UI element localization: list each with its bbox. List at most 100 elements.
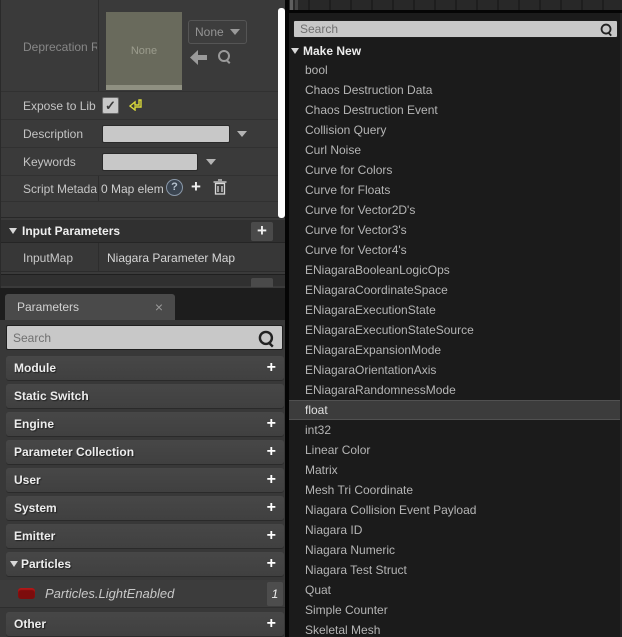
search-icon <box>600 23 614 37</box>
type-item-collision-query[interactable]: Collision Query <box>289 120 620 140</box>
description-row: Description <box>1 120 285 148</box>
description-input[interactable] <box>102 125 230 143</box>
category-label: Module <box>14 361 56 375</box>
add-parameter-button[interactable]: + <box>267 443 276 461</box>
niagara-editor: Deprecation R None None Expose to Lib ✓ … <box>0 0 622 637</box>
add-input-parameter-button[interactable]: + <box>251 222 273 241</box>
column-divider <box>98 243 99 271</box>
type-list: bool Chaos Destruction Data Chaos Destruct… <box>289 60 620 637</box>
keywords-input[interactable] <box>102 153 198 171</box>
add-parameter-button[interactable]: + <box>267 615 276 633</box>
param-name: InputMap <box>23 251 74 265</box>
type-item-chaos-destruction-data[interactable]: Chaos Destruction Data <box>289 80 620 100</box>
add-parameter-button[interactable]: + <box>267 415 276 433</box>
type-item-eniagaraexecutionstate[interactable]: ENiagaraExecutionState <box>289 300 620 320</box>
type-item-eniagaraexecutionstatesource[interactable]: ENiagaraExecutionStateSource <box>289 320 620 340</box>
expand-arrow-icon <box>9 228 17 234</box>
category-list: Module + Static Switch Engine + Parameter Col… <box>0 356 285 637</box>
type-item-matrix[interactable]: Matrix <box>289 460 620 480</box>
category-particles[interactable]: Particles + <box>6 552 284 576</box>
input-map-row[interactable]: InputMap Niagara Parameter Map <box>1 243 286 272</box>
partial-section-header <box>1 274 286 287</box>
type-item-curve-for-vector4-s[interactable]: Curve for Vector4's <box>289 240 620 260</box>
type-item-float[interactable]: float <box>289 400 620 420</box>
deprecation-thumbnail[interactable]: None <box>106 12 182 90</box>
column-divider <box>98 176 99 201</box>
type-item-eniagarabooleanlogicops[interactable]: ENiagaraBooleanLogicOps <box>289 260 620 280</box>
chevron-down-icon[interactable] <box>237 131 247 137</box>
type-item-int32[interactable]: int32 <box>289 420 620 440</box>
type-item-niagara-numeric[interactable]: Niagara Numeric <box>289 540 620 560</box>
type-item-eniagaraexpansionmode[interactable]: ENiagaraExpansionMode <box>289 340 620 360</box>
category-emitter[interactable]: Emitter + <box>6 524 284 548</box>
type-item-niagara-collision-event-payload[interactable]: Niagara Collision Event Payload <box>289 500 620 520</box>
type-item-curve-for-floats[interactable]: Curve for Floats <box>289 180 620 200</box>
add-parameter-button[interactable]: + <box>267 359 276 377</box>
map-elements-count: 0 Map elem <box>101 182 164 196</box>
add-parameter-button[interactable]: + <box>267 527 276 545</box>
make-new-group-header[interactable]: Make New <box>291 41 361 60</box>
type-item-skeletal-mesh[interactable]: Skeletal Mesh <box>289 620 620 637</box>
type-item-curve-for-colors[interactable]: Curve for Colors <box>289 160 620 180</box>
tab-bar: Parameters × <box>0 288 285 320</box>
type-item-curl-noise[interactable]: Curl Noise <box>289 140 620 160</box>
category-parameter-collection[interactable]: Parameter Collection + <box>6 440 284 464</box>
type-item-simple-counter[interactable]: Simple Counter <box>289 600 620 620</box>
parameter-particles-lightenabled[interactable]: Particles.LightEnabled 1 <box>0 580 285 608</box>
category-other[interactable]: Other + <box>6 612 284 636</box>
type-item-curve-for-vector3-s[interactable]: Curve for Vector3's <box>289 220 620 240</box>
type-item-linear-color[interactable]: Linear Color <box>289 440 620 460</box>
close-icon[interactable]: × <box>155 299 163 315</box>
tick-mark <box>290 0 293 10</box>
help-icon[interactable]: ? <box>166 179 183 196</box>
reset-to-default-button[interactable] <box>129 98 142 111</box>
type-item-bool[interactable]: bool <box>289 60 620 80</box>
type-item-niagara-test-struct[interactable]: Niagara Test Struct <box>289 560 620 580</box>
type-search-box[interactable] <box>293 20 618 38</box>
deprecation-asset-dropdown[interactable]: None <box>188 20 247 44</box>
type-item-niagara-id[interactable]: Niagara ID <box>289 520 620 540</box>
category-label: Parameter Collection <box>14 445 135 459</box>
add-parameter-button[interactable]: + <box>267 471 276 489</box>
category-module[interactable]: Module + <box>6 356 284 380</box>
category-label: Static Switch <box>14 389 89 403</box>
parameters-search-box[interactable] <box>6 325 283 350</box>
details-scrollbar[interactable] <box>278 8 285 218</box>
browse-asset-button[interactable] <box>217 49 232 67</box>
expand-arrow-icon <box>10 561 18 567</box>
category-label: Engine <box>14 417 55 431</box>
add-button-partial[interactable] <box>251 278 273 287</box>
expose-checkbox[interactable]: ✓ <box>102 97 119 114</box>
category-engine[interactable]: Engine + <box>6 412 284 436</box>
back-arrow-icon <box>190 50 207 65</box>
category-system[interactable]: System + <box>6 496 284 520</box>
chevron-down-icon <box>230 29 240 35</box>
parameters-search-input[interactable] <box>7 326 282 349</box>
description-label: Description <box>23 127 84 141</box>
search-icon <box>217 49 232 64</box>
type-item-eniagararandomnessmode[interactable]: ENiagaraRandomnessMode <box>289 380 620 400</box>
category-static-switch[interactable]: Static Switch <box>6 384 284 408</box>
chevron-down-icon[interactable] <box>206 159 216 165</box>
type-item-mesh-tri-coordinate[interactable]: Mesh Tri Coordinate <box>289 480 620 500</box>
add-map-element-button[interactable]: + <box>191 178 201 195</box>
type-item-curve-for-vector2d-s[interactable]: Curve for Vector2D's <box>289 200 620 220</box>
input-parameters-header[interactable]: Input Parameters + <box>1 220 286 243</box>
type-item-quat[interactable]: Quat <box>289 580 620 600</box>
type-item-eniagaraorientationaxis[interactable]: ENiagaraOrientationAxis <box>289 360 620 380</box>
timeline-strip <box>289 0 622 13</box>
reset-arrow-icon <box>129 99 142 111</box>
type-item-eniagaracoordinatespace[interactable]: ENiagaraCoordinateSpace <box>289 280 620 300</box>
column-divider <box>98 0 99 91</box>
add-parameter-button[interactable]: + <box>267 555 276 573</box>
tab-parameters[interactable]: Parameters × <box>5 294 175 320</box>
clear-map-button[interactable] <box>213 179 227 195</box>
trash-icon <box>213 179 227 195</box>
type-item-chaos-destruction-event[interactable]: Chaos Destruction Event <box>289 100 620 120</box>
section-title: Input Parameters <box>22 224 121 238</box>
category-user[interactable]: User + <box>6 468 284 492</box>
category-label: User <box>14 473 41 487</box>
add-parameter-button[interactable]: + <box>267 499 276 517</box>
use-selected-asset-button[interactable] <box>190 50 208 65</box>
type-search-input[interactable] <box>294 21 617 37</box>
